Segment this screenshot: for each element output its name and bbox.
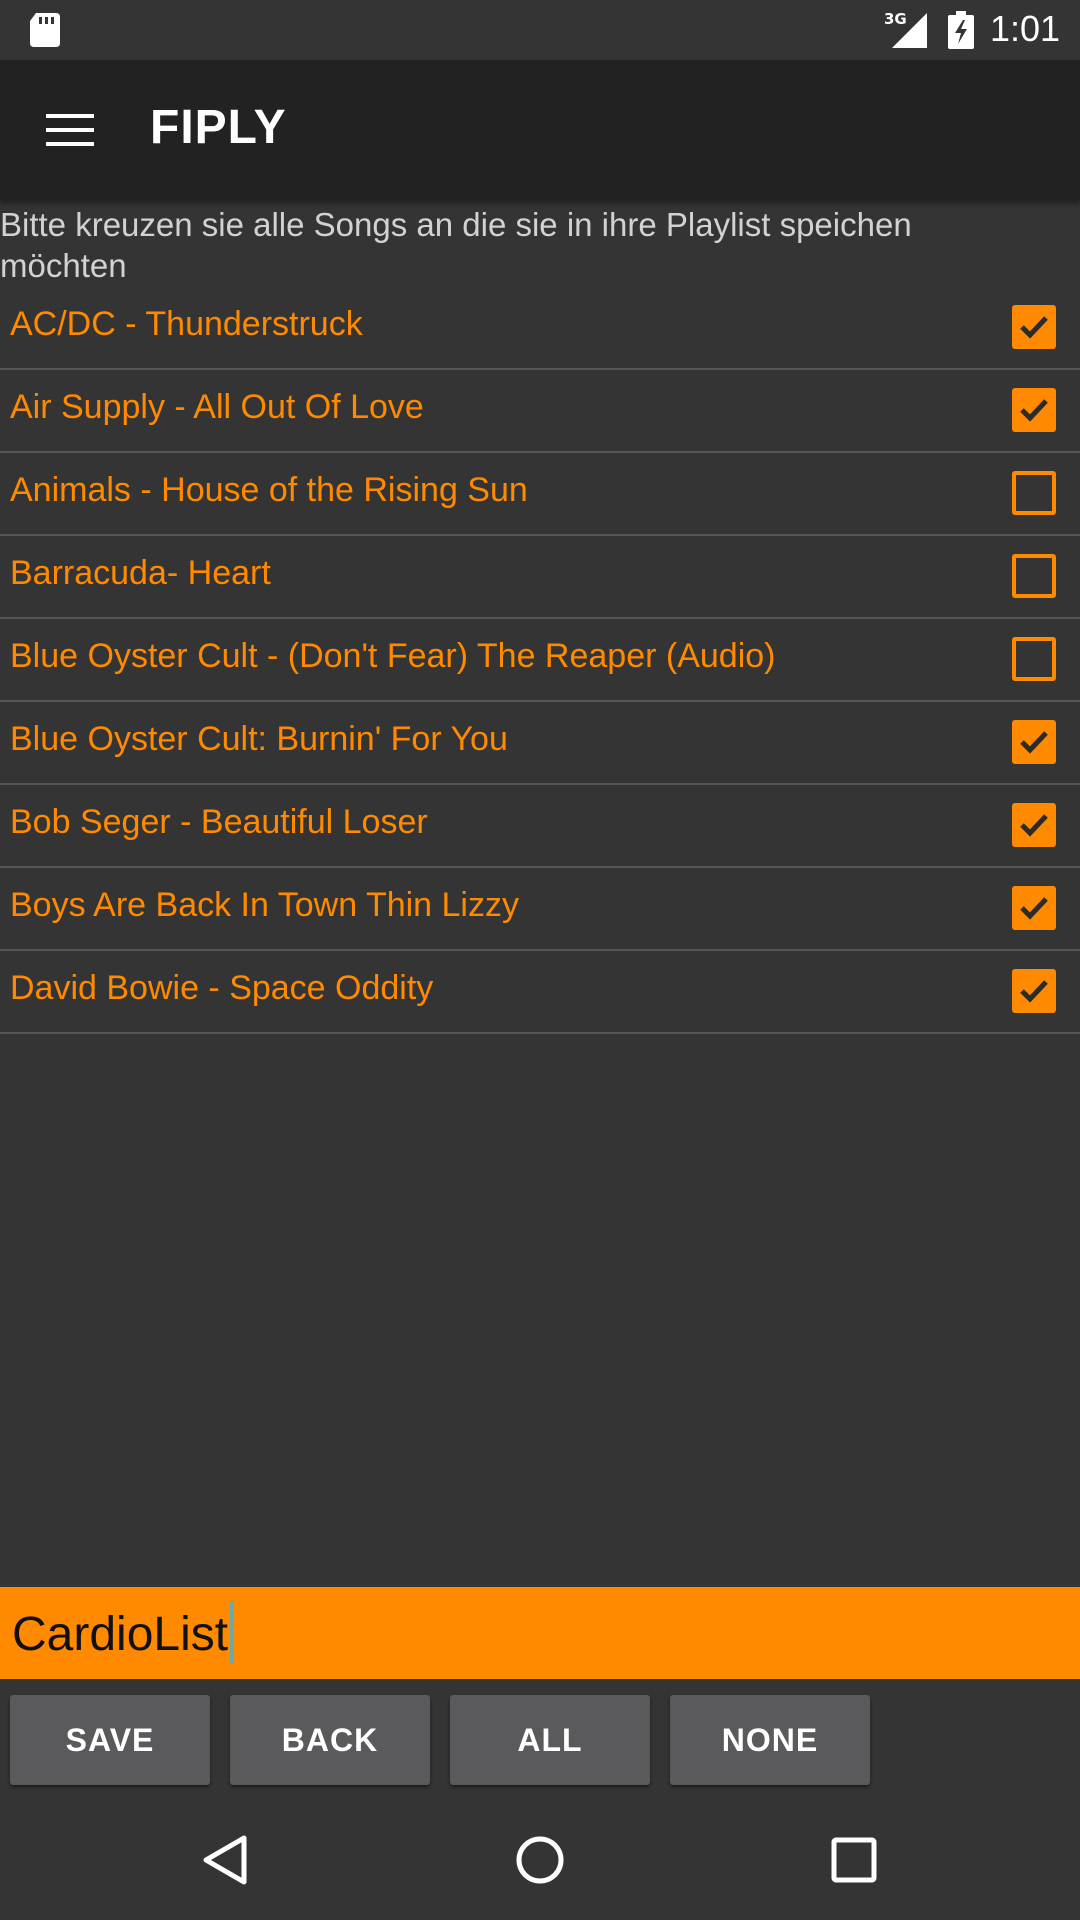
song-row[interactable]: Bob Seger - Beautiful Loser — [0, 785, 1080, 868]
playlist-name-value: CardioList — [12, 1608, 229, 1661]
checkmark-icon — [1020, 814, 1048, 837]
all-button[interactable]: ALL — [450, 1695, 650, 1785]
song-title: AC/DC - Thunderstruck — [10, 305, 363, 343]
song-row[interactable]: Boys Are Back In Town Thin Lizzy — [0, 868, 1080, 951]
song-checkbox[interactable] — [1012, 886, 1056, 930]
back-button[interactable]: BACK — [230, 1695, 430, 1785]
checkmark-icon — [1020, 897, 1048, 920]
song-row[interactable]: Blue Oyster Cult: Burnin' For You — [0, 702, 1080, 785]
song-checkbox[interactable] — [1012, 388, 1056, 432]
song-row[interactable]: Barracuda- Heart — [0, 536, 1080, 619]
song-checkbox[interactable] — [1012, 554, 1056, 598]
song-row[interactable]: Air Supply - All Out Of Love — [0, 370, 1080, 453]
button-row: SAVE BACK ALL NONE — [0, 1695, 1080, 1785]
song-row[interactable]: Blue Oyster Cult - (Don't Fear) The Reap… — [0, 619, 1080, 702]
song-checkbox[interactable] — [1012, 720, 1056, 764]
song-title: Air Supply - All Out Of Love — [10, 388, 424, 426]
save-button[interactable]: SAVE — [10, 1695, 210, 1785]
nav-home-icon[interactable] — [510, 1830, 570, 1890]
song-checkbox[interactable] — [1012, 969, 1056, 1013]
signal-icon — [892, 13, 927, 48]
sd-card-icon — [30, 13, 60, 47]
checkmark-icon — [1020, 316, 1048, 339]
checkmark-icon — [1020, 399, 1048, 422]
song-title: Blue Oyster Cult - (Don't Fear) The Reap… — [10, 637, 776, 675]
nav-back-icon[interactable] — [196, 1830, 256, 1890]
playlist-name-field[interactable]: CardioList — [0, 1587, 1080, 1679]
hamburger-menu-icon[interactable] — [46, 114, 94, 146]
song-checkbox[interactable] — [1012, 471, 1056, 515]
song-list: AC/DC - Thunderstruck Air Supply - All O… — [0, 287, 1080, 1034]
text-caret — [230, 1601, 235, 1664]
song-title: Boys Are Back In Town Thin Lizzy — [10, 886, 519, 924]
instruction-text: Bitte kreuzen sie alle Songs an die sie … — [0, 206, 912, 284]
battery-icon — [948, 11, 974, 49]
song-title: Blue Oyster Cult: Burnin' For You — [10, 720, 508, 758]
song-checkbox[interactable] — [1012, 803, 1056, 847]
app-bar: FIPLY — [0, 60, 1080, 200]
song-title: Barracuda- Heart — [10, 554, 271, 592]
navigation-bar — [0, 1800, 1080, 1920]
playlist-name-wrapper: CardioList — [12, 1601, 235, 1664]
song-row[interactable]: AC/DC - Thunderstruck — [0, 287, 1080, 370]
checkmark-icon — [1020, 731, 1048, 754]
song-title: Animals - House of the Rising Sun — [10, 471, 528, 509]
nav-recents-icon[interactable] — [824, 1830, 884, 1890]
song-row[interactable]: Animals - House of the Rising Sun — [0, 453, 1080, 536]
status-bar: 3G 1:01 — [0, 0, 1080, 60]
app-title: FIPLY — [150, 101, 287, 154]
song-checkbox[interactable] — [1012, 637, 1056, 681]
song-checkbox[interactable] — [1012, 305, 1056, 349]
song-title: David Bowie - Space Oddity — [10, 969, 434, 1007]
none-button[interactable]: NONE — [670, 1695, 870, 1785]
status-time: 1:01 — [990, 8, 1061, 49]
checkmark-icon — [1020, 980, 1048, 1003]
song-row[interactable]: David Bowie - Space Oddity — [0, 951, 1080, 1034]
song-title: Bob Seger - Beautiful Loser — [10, 803, 428, 841]
